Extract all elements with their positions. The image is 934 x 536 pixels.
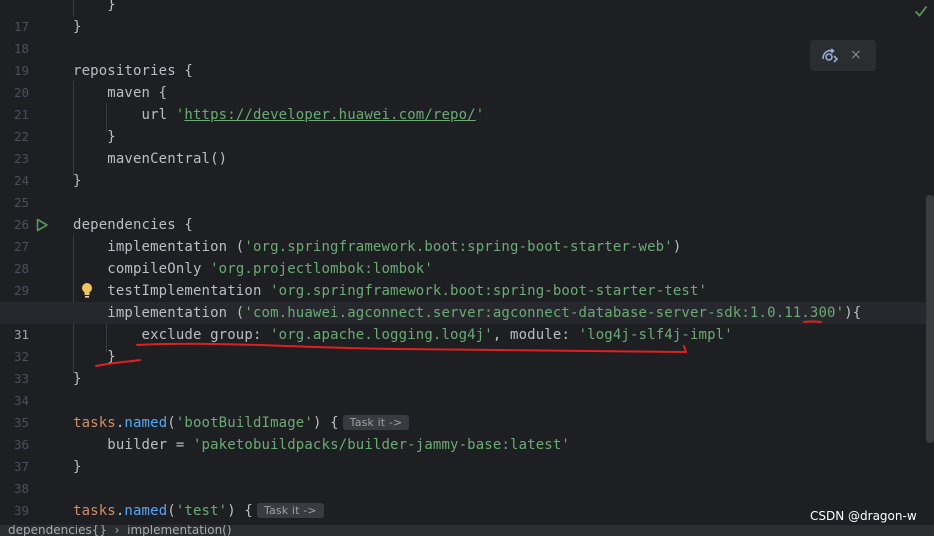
code-text: exclude group: 'org.apache.logging.log4j…	[73, 327, 733, 343]
code-line[interactable]: 35	[0, 390, 934, 430]
code-text: repositories {	[73, 63, 193, 79]
code-line[interactable]: 39	[0, 478, 934, 518]
inspection-ok-icon[interactable]	[913, 3, 929, 19]
code-text: }	[73, 371, 82, 387]
code-line[interactable]: 21 maven {	[0, 82, 934, 122]
code-text: }	[73, 459, 82, 475]
code-text: dependencies {	[73, 217, 193, 233]
code-text: maven {	[73, 85, 168, 101]
code-text: compileOnly 'org.projectlombok:lombok'	[73, 261, 433, 277]
code-line[interactable]: 20 repositories {	[0, 60, 934, 100]
code-text: }	[73, 19, 82, 35]
code-text: mavenCentral()	[73, 151, 228, 167]
code-text: tasks.named('test') {Task it ->	[73, 500, 324, 522]
code-line[interactable]: 24 mavenCentral()	[0, 148, 934, 188]
code-line[interactable]: 28 implementation ('org.springframework.…	[0, 236, 934, 276]
code-text: url 'https://developer.huawei.com/repo/'	[73, 107, 485, 123]
code-line[interactable]: 26	[0, 192, 934, 232]
code-text-segment: tasks.named('test') {	[73, 503, 253, 519]
vertical-scrollbar[interactable]	[926, 195, 934, 443]
code-line[interactable]: 18 }	[0, 16, 934, 56]
ai-assistant-icon[interactable]	[820, 46, 840, 65]
code-line[interactable]: 29 compileOnly 'org.projectlombok:lombok…	[0, 258, 934, 298]
inlay-hint[interactable]: Task it ->	[256, 503, 324, 518]
code-line[interactable]: 27 dependencies {	[0, 214, 934, 254]
breadcrumb[interactable]: dependencies{} › implementation()	[8, 525, 232, 536]
code-text: builder = 'paketobuildpacks/builder-jamm…	[73, 437, 570, 453]
code-line[interactable]: 22 url 'https://developer.huawei.com/rep…	[0, 104, 934, 144]
code-line[interactable]: 36 tasks.named('bootBuildImage') {Task i…	[0, 412, 934, 452]
code-text: }	[73, 129, 116, 145]
code-line[interactable]: 25 }	[0, 170, 934, 210]
code-line[interactable]: 17 }	[0, 0, 934, 34]
code-line-current[interactable]: 31 implementation ('com.huawei.agconnect…	[0, 302, 934, 342]
run-icon[interactable]	[35, 218, 49, 232]
code-line[interactable]: 34 }	[0, 368, 934, 408]
code-text: }	[73, 173, 82, 189]
code-text: implementation ('org.springframework.boo…	[73, 239, 682, 255]
code-line[interactable]: 38 }	[0, 456, 934, 496]
watermark: CSDN @dragon-w	[810, 509, 917, 523]
code-line[interactable]: 30 testImplementation 'org.springframewo…	[0, 280, 934, 320]
code-text: implementation ('com.huawei.agconnect.se…	[73, 305, 862, 321]
code-line[interactable]: 32 exclude group: 'org.apache.logging.lo…	[0, 324, 934, 364]
code-line[interactable]: 40 tasks.named('test') {Task it ->	[0, 500, 934, 522]
inlay-hint[interactable]: Task it ->	[342, 415, 410, 430]
code-text: testImplementation 'org.springframework.…	[73, 283, 708, 299]
code-line[interactable]: 33 }	[0, 346, 934, 386]
code-line[interactable]: 23 }	[0, 126, 934, 166]
ai-assistant-popup[interactable]: ×	[810, 40, 876, 71]
code-line[interactable]: 19	[0, 38, 934, 78]
code-text: tasks.named('bootBuildImage') {Task it -…	[73, 412, 410, 434]
code-line[interactable]: 37 builder = 'paketobuildpacks/builder-j…	[0, 434, 934, 474]
breadcrumb-bar[interactable]: dependencies{} › implementation()	[0, 524, 934, 536]
code-editor[interactable]: 17 } 18 } 19 20 repositories { 21 maven …	[0, 0, 934, 524]
code-text-segment: tasks.named('bootBuildImage') {	[73, 415, 339, 431]
code-text: }	[73, 0, 116, 13]
code-text: }	[73, 349, 116, 365]
close-icon[interactable]: ×	[850, 45, 862, 65]
